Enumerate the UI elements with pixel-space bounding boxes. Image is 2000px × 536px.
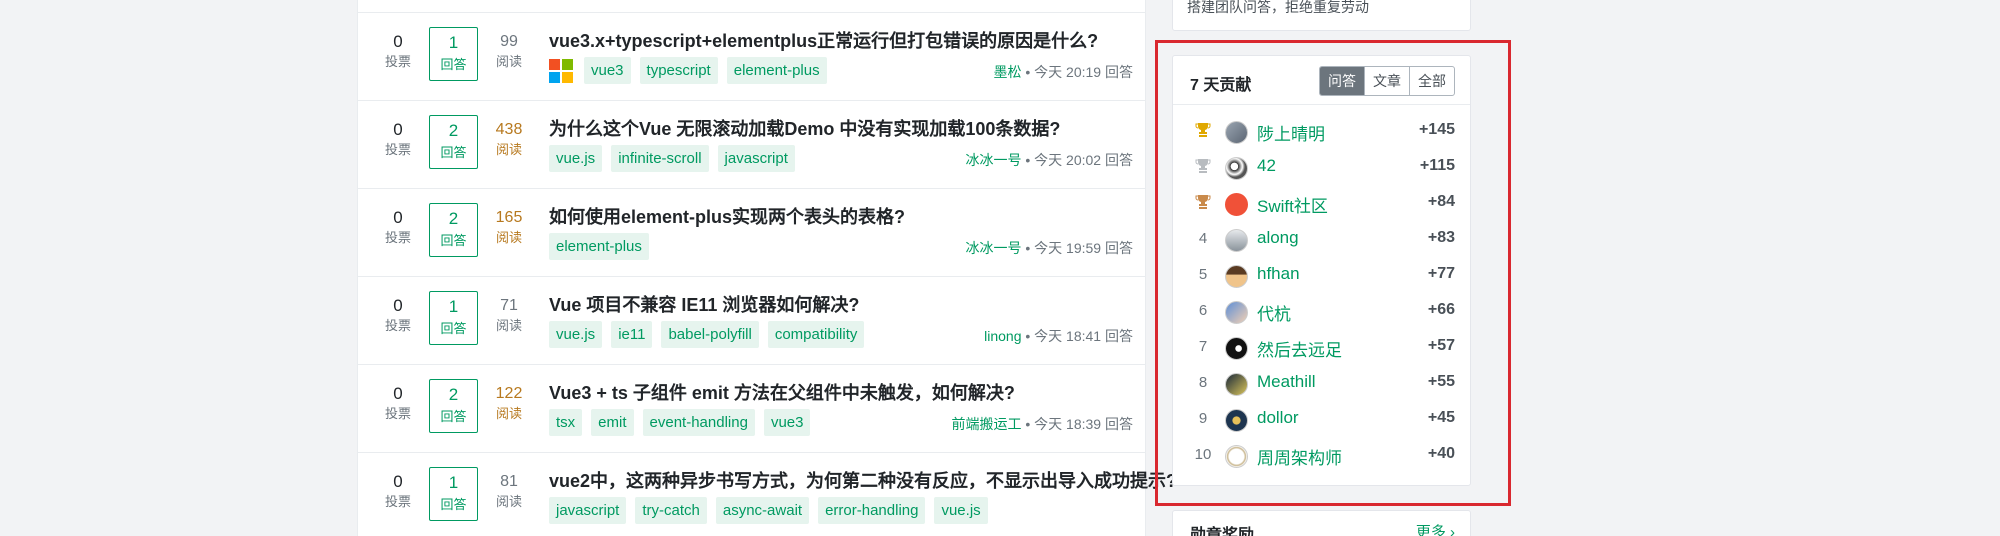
question-meta: linong • 今天 18:41 回答 bbox=[984, 328, 1133, 344]
badge-reward-card: 勋章奖励 更多 › bbox=[1172, 510, 1471, 536]
team-qa-card: 搭建团队问答，拒绝重复劳动 bbox=[1172, 0, 1471, 31]
question-title[interactable]: vue3.x+typescript+elementplus正常运行但打包错误的原… bbox=[549, 27, 1098, 53]
answer-count[interactable]: 2 回答 bbox=[429, 115, 478, 169]
view-count: 71 阅读 bbox=[495, 297, 522, 333]
answer-time: 今天 20:02 回答 bbox=[1034, 152, 1133, 168]
tag[interactable]: async-await bbox=[715, 497, 810, 524]
highlight-box bbox=[1155, 40, 1511, 506]
question-title[interactable]: Vue 项目不兼容 IE11 浏览器如何解决? bbox=[549, 291, 859, 317]
vote-count: 0 投票 bbox=[384, 120, 411, 157]
tag[interactable]: element-plus bbox=[726, 57, 827, 84]
question-meta: 冰冰一号 • 今天 19:59 回答 bbox=[965, 240, 1133, 256]
author-link[interactable]: 前端搬运工 bbox=[951, 416, 1021, 432]
tag[interactable]: vue3 bbox=[584, 57, 631, 84]
tag[interactable]: ie11 bbox=[611, 321, 653, 348]
author-link[interactable]: linong bbox=[984, 328, 1021, 344]
tag-list: javascript try-catch async-await error-h… bbox=[549, 497, 988, 524]
tag[interactable]: event-handling bbox=[642, 409, 755, 436]
tag-list: tsx emit event-handling vue3 bbox=[549, 409, 811, 436]
tag[interactable]: infinite-scroll bbox=[611, 145, 709, 172]
tag[interactable]: vue.js bbox=[549, 321, 603, 348]
tag[interactable]: vue.js bbox=[934, 497, 988, 524]
tag-list: vue3 typescript element-plus bbox=[549, 57, 827, 84]
question-list: 0 投票 1 回答 99 阅读 vue3.x+typescript+elementpl… bbox=[357, 0, 1177, 536]
tag[interactable]: try-catch bbox=[635, 497, 707, 524]
question-title[interactable]: vue2中，这两种异步书写方式，为何第二种没有反应，不显示出导入成功提示? bbox=[549, 467, 1177, 493]
answer-time: 今天 20:19 回答 bbox=[1034, 64, 1133, 80]
view-count: 99 阅读 bbox=[495, 33, 522, 69]
tag-list: vue.js ie11 babel-polyfill compatibility bbox=[549, 321, 865, 348]
tag[interactable]: javascript bbox=[549, 497, 627, 524]
tag-list: vue.js infinite-scroll javascript bbox=[549, 145, 795, 172]
question-meta: 冰冰一号 • 今天 20:02 回答 bbox=[965, 152, 1133, 168]
author-link[interactable]: 墨松 bbox=[993, 64, 1021, 80]
view-count: 81 阅读 bbox=[495, 473, 522, 509]
question-row: 0 投票 1 回答 81 阅读 vue2中，这两种异步书写方式，为何第二种没有反应，不… bbox=[358, 453, 1177, 536]
answer-count[interactable]: 2 回答 bbox=[429, 379, 478, 433]
tag[interactable]: javascript bbox=[717, 145, 795, 172]
question-meta: 前端搬运工 • 今天 18:39 回答 bbox=[951, 416, 1133, 432]
question-title[interactable]: 如何使用element-plus实现两个表头的表格? bbox=[549, 203, 905, 229]
card-title: 勋章奖励 bbox=[1190, 527, 1255, 536]
author-link[interactable]: 冰冰一号 bbox=[965, 152, 1021, 168]
answer-count[interactable]: 1 回答 bbox=[429, 467, 478, 521]
question-title[interactable]: Vue3 + ts 子组件 emit 方法在父组件中未触发，如何解决? bbox=[549, 379, 1015, 405]
vote-count: 0 投票 bbox=[384, 32, 411, 69]
question-row: 0 投票 2 回答 165 阅读 如何使用element-plus实现两个表头的表格?… bbox=[358, 189, 1145, 277]
tag[interactable]: error-handling bbox=[818, 497, 926, 524]
question-row: 0 投票 2 回答 122 阅读 Vue3 + ts 子组件 emit 方法在父组件中… bbox=[358, 365, 1145, 453]
view-count: 438 阅读 bbox=[495, 121, 523, 157]
question-row: 0 投票 2 回答 438 阅读 为什么这个Vue 无限滚动加载Demo 中没有实现加… bbox=[358, 101, 1145, 189]
answer-count[interactable]: 2 回答 bbox=[429, 203, 478, 257]
tag[interactable]: element-plus bbox=[549, 233, 649, 260]
question-row: 0 投票 1 回答 99 阅读 vue3.x+typescript+elementpl… bbox=[358, 13, 1145, 101]
answer-count[interactable]: 1 回答 bbox=[429, 291, 478, 345]
author-link[interactable]: 冰冰一号 bbox=[965, 240, 1021, 256]
view-count: 122 阅读 bbox=[495, 385, 523, 421]
vote-count: 0 投票 bbox=[384, 296, 411, 333]
tag[interactable]: vue3 bbox=[763, 409, 811, 436]
answer-count[interactable]: 1 回答 bbox=[429, 27, 478, 81]
view-count: 165 阅读 bbox=[495, 209, 523, 245]
question-title[interactable]: 为什么这个Vue 无限滚动加载Demo 中没有实现加载100条数据? bbox=[549, 115, 1060, 141]
vote-count: 0 投票 bbox=[384, 472, 411, 509]
vote-count: 0 投票 bbox=[384, 208, 411, 245]
windows-logo-icon bbox=[549, 59, 573, 83]
tag[interactable]: typescript bbox=[639, 57, 718, 84]
answer-time: 今天 18:39 回答 bbox=[1034, 416, 1133, 432]
tag[interactable]: tsx bbox=[549, 409, 583, 436]
tag-list: element-plus bbox=[549, 233, 649, 260]
question-meta: 墨松 • 今天 20:19 回答 bbox=[993, 64, 1133, 80]
answer-time: 今天 19:59 回答 bbox=[1034, 240, 1133, 256]
tag[interactable]: vue.js bbox=[549, 145, 603, 172]
tag[interactable]: compatibility bbox=[767, 321, 865, 348]
more-link[interactable]: 更多 › bbox=[1416, 521, 1455, 536]
tag[interactable]: emit bbox=[591, 409, 634, 436]
team-qa-text[interactable]: 搭建团队问答，拒绝重复劳动 bbox=[1187, 0, 1369, 17]
answer-time: 今天 18:41 回答 bbox=[1034, 328, 1133, 344]
vote-count: 0 投票 bbox=[384, 384, 411, 421]
question-row: 0 投票 1 回答 71 阅读 Vue 项目不兼容 IE11 浏览器如何解决? vue… bbox=[358, 277, 1145, 365]
tag[interactable]: babel-polyfill bbox=[661, 321, 759, 348]
